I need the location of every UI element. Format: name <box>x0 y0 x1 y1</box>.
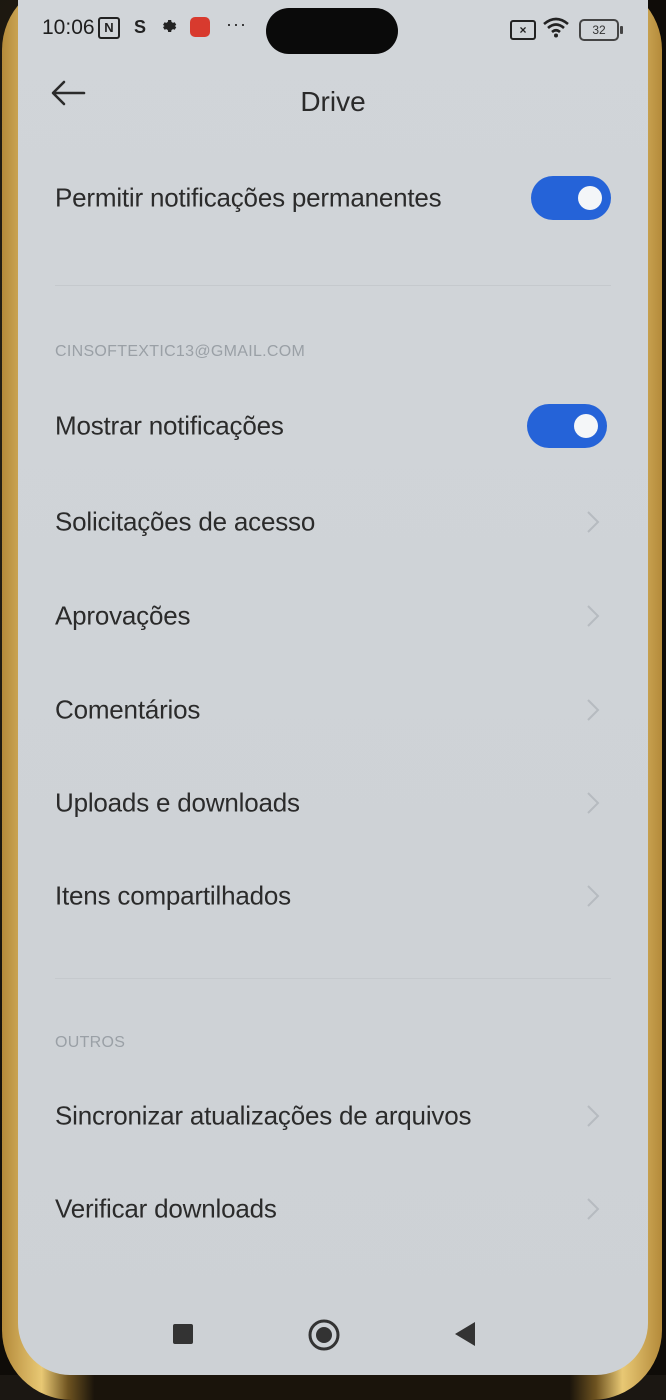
back-triangle-icon <box>455 1322 475 1346</box>
status-bar: 10:06 N S ··· × 32 <box>18 0 648 56</box>
wifi-icon <box>542 16 570 43</box>
show-notifications-toggle[interactable] <box>527 404 607 448</box>
home-circle-icon <box>308 1319 340 1351</box>
system-navigation-bar <box>18 1310 648 1370</box>
setting-row-sync-file-updates[interactable]: Sincronizar atualizações de arquivos <box>18 1076 648 1156</box>
toggle-knob <box>574 414 598 438</box>
page-title: Drive <box>300 86 366 117</box>
setting-label: Comentários <box>55 694 201 725</box>
recents-square-icon <box>173 1324 193 1344</box>
app-header: Drive <box>18 70 648 134</box>
chevron-right-icon <box>587 511 600 533</box>
setting-label: Mostrar notificações <box>55 410 284 441</box>
chevron-right-icon <box>587 1198 600 1220</box>
setting-row-comments[interactable]: Comentários <box>18 670 648 750</box>
arrow-left-icon <box>51 80 86 106</box>
app-notification-icon <box>190 17 210 37</box>
sim-off-icon: × <box>510 20 536 40</box>
chevron-right-icon <box>587 1105 600 1127</box>
battery-icon: 32 <box>579 19 623 41</box>
s-icon: S <box>134 17 147 37</box>
toggle-knob <box>578 186 602 210</box>
gear-icon <box>159 17 177 40</box>
section-divider <box>55 978 611 979</box>
nfc-icon: N <box>98 17 120 39</box>
home-button[interactable] <box>307 1318 341 1357</box>
section-divider <box>55 285 611 286</box>
back-nav-button[interactable] <box>452 1320 478 1353</box>
account-section-header: CINSOFTEXTIC13@GMAIL.COM <box>55 343 306 360</box>
permanent-notifications-toggle[interactable] <box>531 176 611 220</box>
setting-label: Solicitações de acesso <box>55 506 316 537</box>
back-button[interactable] <box>48 78 98 124</box>
others-section-header: OUTROS <box>55 1034 126 1051</box>
setting-row-shared-items[interactable]: Itens compartilhados <box>18 856 648 936</box>
screen: 10:06 N S ··· × 32 Drive Permitir notifi… <box>18 0 648 1375</box>
chevron-right-icon <box>587 885 600 907</box>
status-time: 10:06 <box>42 16 95 39</box>
more-icon: ··· <box>226 14 247 34</box>
recents-button[interactable] <box>171 1322 195 1351</box>
setting-label: Aprovações <box>55 600 191 631</box>
chevron-right-icon <box>587 699 600 721</box>
chevron-right-icon <box>587 605 600 627</box>
setting-row-uploads-downloads[interactable]: Uploads e downloads <box>18 763 648 843</box>
setting-row-verify-downloads[interactable]: Verificar downloads <box>18 1169 648 1249</box>
setting-label: Itens compartilhados <box>55 880 291 911</box>
setting-label: Sincronizar atualizações de arquivos <box>55 1100 472 1131</box>
setting-row-access-requests[interactable]: Solicitações de acesso <box>18 482 648 562</box>
phone-device: 10:06 N S ··· × 32 Drive Permitir notifi… <box>0 0 666 1400</box>
setting-row-show-notifications[interactable]: Mostrar notificações <box>18 386 648 466</box>
chevron-right-icon <box>587 792 600 814</box>
setting-label: Uploads e downloads <box>55 787 300 818</box>
setting-row-approvals[interactable]: Aprovações <box>18 576 648 656</box>
setting-label: Permitir notificações permanentes <box>55 182 442 213</box>
setting-label: Verificar downloads <box>55 1193 277 1224</box>
setting-row-permanent-notifications[interactable]: Permitir notificações permanentes <box>18 158 648 238</box>
camera-cutout <box>266 8 398 54</box>
